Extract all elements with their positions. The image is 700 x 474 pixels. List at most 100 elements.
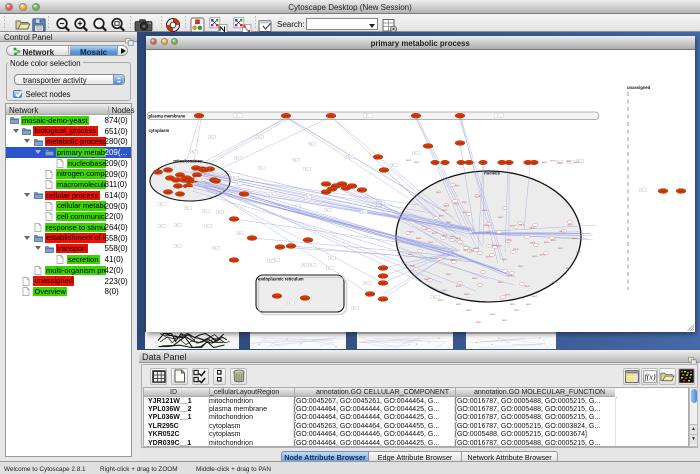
svg-text:nucleus: nucleus <box>484 171 500 176</box>
svg-text:aa-b..: aa-b.. <box>514 309 521 312</box>
svg-text:5-..: 5-.. <box>206 224 210 228</box>
svg-text:5-..: 5-.. <box>303 263 307 267</box>
svg-text:aa-b..: aa-b.. <box>510 224 517 227</box>
svg-text:aa-b..: aa-b.. <box>558 162 565 165</box>
svg-text:5-..: 5-.. <box>433 295 437 299</box>
svg-text:aa-b..: aa-b.. <box>424 278 431 281</box>
svg-text:aa-b..: aa-b.. <box>474 247 481 250</box>
svg-text:aa-b..: aa-b.. <box>410 265 417 268</box>
svg-text:aa-b..: aa-b.. <box>454 185 461 188</box>
svg-text:aa-b..: aa-b.. <box>544 241 551 244</box>
svg-text:5-..: 5-.. <box>196 177 200 181</box>
svg-text:5-..: 5-.. <box>236 114 240 118</box>
svg-text:5-..: 5-.. <box>176 244 180 248</box>
svg-text:5-..: 5-.. <box>366 114 370 118</box>
svg-text:aa-b..: aa-b.. <box>510 303 517 306</box>
svg-text:aa-b..: aa-b.. <box>486 301 493 304</box>
svg-text:5-..: 5-.. <box>414 151 418 155</box>
svg-text:aa-b..: aa-b.. <box>558 247 565 250</box>
svg-text:aa-b..: aa-b.. <box>566 267 573 270</box>
svg-text:aa-b..: aa-b.. <box>505 294 512 297</box>
svg-text:aa-b..: aa-b.. <box>475 195 482 198</box>
svg-text:5-..: 5-.. <box>310 263 314 267</box>
svg-text:5-..: 5-.. <box>214 246 218 250</box>
svg-text:aa-b..: aa-b.. <box>502 319 509 322</box>
svg-text:5-..: 5-.. <box>238 231 242 235</box>
svg-text:5-..: 5-.. <box>362 210 366 214</box>
svg-text:aa-b..: aa-b.. <box>442 209 449 212</box>
svg-text:5-..: 5-.. <box>258 135 262 139</box>
svg-text:aa-b..: aa-b.. <box>472 277 479 280</box>
svg-text:5-..: 5-.. <box>330 256 334 260</box>
svg-text:aa-b..: aa-b.. <box>551 239 558 242</box>
svg-text:5-..: 5-.. <box>392 163 396 167</box>
svg-text:5-..: 5-.. <box>260 166 264 170</box>
svg-text:aa-b..: aa-b.. <box>532 255 539 258</box>
svg-text:aa-b..: aa-b.. <box>498 216 505 219</box>
svg-text:f(x): f(x) <box>644 372 655 381</box>
svg-text:5-..: 5-.. <box>271 192 275 196</box>
svg-text:5-..: 5-.. <box>236 156 240 160</box>
svg-text:aa-b..: aa-b.. <box>552 281 559 284</box>
svg-text:aa-b..: aa-b.. <box>464 293 471 296</box>
svg-text:aa-b..: aa-b.. <box>446 273 453 276</box>
svg-text:5-..: 5-.. <box>176 223 180 227</box>
svg-text:aa-b..: aa-b.. <box>507 274 514 277</box>
svg-text:aa-b..: aa-b.. <box>436 191 443 194</box>
svg-text:5-..: 5-.. <box>186 206 190 210</box>
svg-text:unassigned: unassigned <box>627 85 651 90</box>
svg-text:aa-b..: aa-b.. <box>414 161 421 164</box>
svg-text:aa-b..: aa-b.. <box>529 226 536 229</box>
svg-text:aa-b..: aa-b.. <box>518 265 525 268</box>
svg-text:5-..: 5-.. <box>160 202 164 206</box>
svg-text:aa-b..: aa-b.. <box>574 161 581 164</box>
svg-text:aa-b..: aa-b.. <box>550 160 557 163</box>
svg-text:endoplasmic reticulum: endoplasmic reticulum <box>258 277 304 282</box>
svg-text:aa-b..: aa-b.. <box>507 239 514 242</box>
svg-text:aa-b..: aa-b.. <box>576 251 583 254</box>
svg-text:5-..: 5-.. <box>326 208 330 212</box>
svg-text:aa-b..: aa-b.. <box>524 285 531 288</box>
svg-text:5-..: 5-.. <box>204 209 208 213</box>
svg-text:aa-b..: aa-b.. <box>540 254 547 257</box>
svg-text:aa-b..: aa-b.. <box>456 285 463 288</box>
svg-text:aa-b..: aa-b.. <box>484 224 491 227</box>
svg-text:5-..: 5-.. <box>233 176 237 180</box>
svg-text:aa-b..: aa-b.. <box>416 237 423 240</box>
svg-text:aa-b..: aa-b.. <box>406 159 413 162</box>
svg-text:aa-b..: aa-b.. <box>455 237 462 240</box>
svg-text:5-..: 5-.. <box>218 210 222 214</box>
svg-text:aa-b..: aa-b.. <box>566 160 573 163</box>
svg-text:5-..: 5-.. <box>353 306 357 310</box>
svg-text:aa-b..: aa-b.. <box>409 230 416 233</box>
svg-text:5-..: 5-.. <box>269 259 273 263</box>
svg-text:aa-b..: aa-b.. <box>532 295 539 298</box>
svg-text:5-..: 5-.. <box>365 281 369 285</box>
svg-text:5-..: 5-.. <box>310 142 314 146</box>
svg-text:aa-b..: aa-b.. <box>466 309 473 312</box>
svg-text:aa-b..: aa-b.. <box>567 224 574 227</box>
svg-text:5-..: 5-.. <box>160 224 164 228</box>
svg-text:aa-b..: aa-b.. <box>513 248 520 251</box>
svg-text:aa-b..: aa-b.. <box>526 303 533 306</box>
svg-text:aa-b..: aa-b.. <box>542 161 549 164</box>
svg-text:aa-b..: aa-b.. <box>492 244 499 247</box>
svg-text:aa-b..: aa-b.. <box>502 258 509 261</box>
svg-text:aa-b..: aa-b.. <box>408 253 415 256</box>
svg-text:aa-b..: aa-b.. <box>432 232 439 235</box>
svg-text:5-..: 5-.. <box>289 301 293 305</box>
svg-text:aa-b..: aa-b.. <box>446 221 453 224</box>
svg-text:plasma membrane: plasma membrane <box>148 114 185 119</box>
svg-text:aa-b..: aa-b.. <box>439 215 446 218</box>
svg-text:aa-b..: aa-b.. <box>572 237 579 240</box>
svg-text:aa-b..: aa-b.. <box>463 211 470 214</box>
svg-text:5-..: 5-.. <box>305 167 309 171</box>
svg-text:cytoplasm: cytoplasm <box>148 128 169 133</box>
svg-text:5-..: 5-.. <box>174 164 178 168</box>
svg-text:aa-b..: aa-b.. <box>442 234 449 237</box>
svg-text:aa-b..: aa-b.. <box>490 313 497 316</box>
svg-text:aa-b..: aa-b.. <box>486 255 493 258</box>
svg-text:aa-b..: aa-b.. <box>438 299 445 302</box>
svg-text:aa-b..: aa-b.. <box>486 231 493 234</box>
svg-text:5-..: 5-.. <box>188 187 192 191</box>
